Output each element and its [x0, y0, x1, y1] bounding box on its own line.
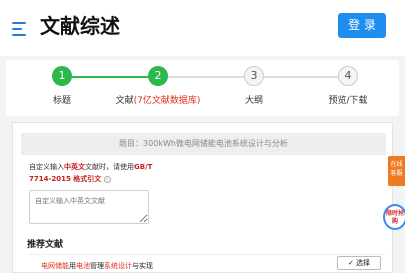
step-number: 1: [52, 66, 72, 86]
online-service-tab[interactable]: 在线客服: [388, 156, 405, 186]
progress-steps: 1 标题 2 文献(7亿文献数据库) 3 大纲 4 预览/下载: [6, 60, 399, 116]
app-header: 文献综述 登 录: [0, 0, 405, 56]
select-button[interactable]: ✓ 选择: [337, 256, 381, 270]
literature-panel: 题目：300kWh微电网储能电池系统设计与分析 自定义输入中英文文献时，请使用G…: [12, 122, 393, 273]
step-label: 预览/下载: [328, 96, 368, 106]
list-item: 电网储能用电池管理系统设计与实现 ✓ 选择: [29, 254, 385, 273]
menu-icon[interactable]: [12, 22, 26, 36]
info-icon[interactable]: i: [103, 175, 111, 183]
input-instruction: 自定义输入中英文文献时，请使用GB/T 7714-2015 格式引文 i: [29, 163, 153, 183]
login-button[interactable]: 登 录: [338, 13, 386, 38]
page-title: 文献综述: [40, 14, 120, 38]
step-number: 3: [244, 66, 264, 86]
topic-banner: 题目：300kWh微电网储能电池系统设计与分析: [21, 133, 386, 155]
step-literature[interactable]: 2 文献(7亿文献数据库): [108, 66, 208, 106]
step-preview-download[interactable]: 4 预览/下载: [298, 66, 398, 106]
recommended-heading: 推荐文献: [27, 240, 64, 250]
custom-literature-input[interactable]: [29, 190, 149, 224]
step-label: 大纲: [244, 96, 263, 106]
step-number: 4: [338, 66, 358, 86]
step-label: 标题: [52, 96, 71, 106]
step-number: 2: [148, 66, 168, 86]
step-label: 文献(7亿文献数据库): [115, 96, 201, 106]
literature-title[interactable]: 电网储能用电池管理系统设计与实现: [41, 261, 153, 271]
flash-sale-badge[interactable]: 限时抢购: [383, 204, 405, 230]
step-title[interactable]: 1 标题: [12, 66, 112, 106]
step-outline[interactable]: 3 大纲: [204, 66, 304, 106]
